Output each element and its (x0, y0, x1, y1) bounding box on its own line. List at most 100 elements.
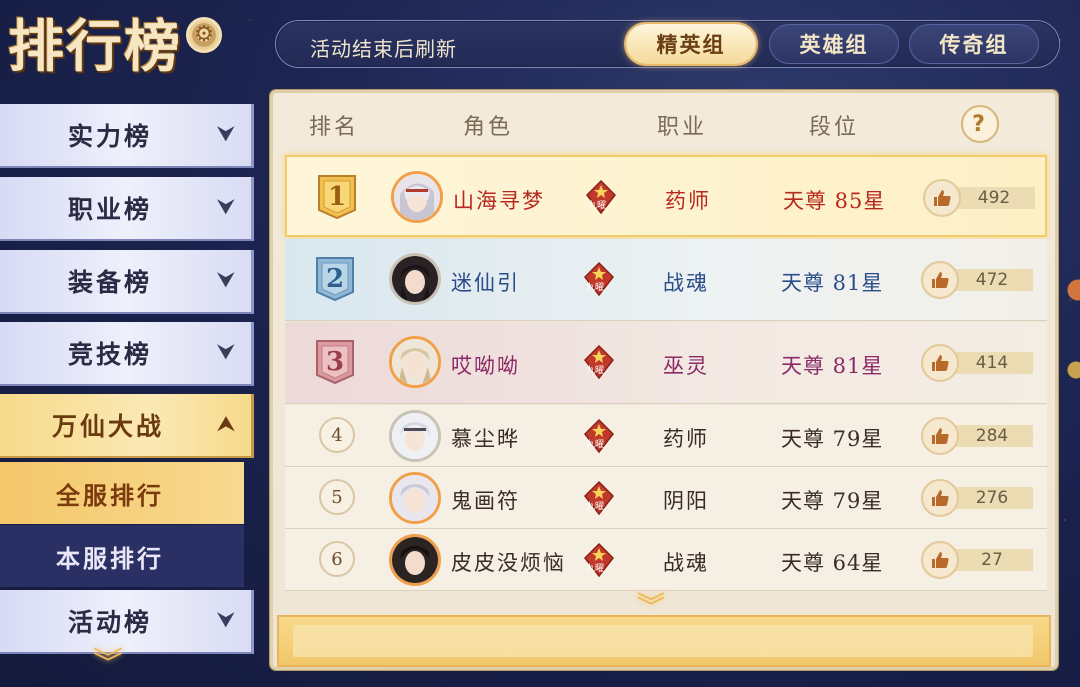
rank-silver-badge: 2 (315, 257, 355, 302)
sidebar-subitem-all-servers[interactable]: 全服排行 (0, 462, 244, 524)
like-count: 27 (951, 549, 1033, 571)
sidebar-subitem-label: 全服排行 (56, 480, 164, 510)
header-rank: 排名 (309, 115, 360, 140)
player-job: 阴阳 (663, 489, 709, 513)
table-row[interactable]: 1 山海寻梦 九曜 药师 天尊 85星 492 (285, 155, 1047, 237)
player-tier: 天尊 79星 (781, 489, 884, 513)
player-job: 战魂 (663, 551, 709, 575)
like-control: 414 (921, 344, 1033, 382)
like-control: 276 (921, 479, 1033, 517)
rank-number: 4 (319, 417, 355, 453)
tab-legend-group[interactable]: 传奇组 (909, 24, 1039, 64)
like-control: 27 (921, 541, 1033, 579)
header-role: 角色 (463, 115, 514, 140)
like-count: 414 (951, 352, 1033, 374)
page-title: 排行榜 (8, 13, 182, 80)
player-job: 药师 (665, 189, 711, 213)
rank-emblem-icon: 九曜 (581, 344, 617, 380)
player-job: 战魂 (663, 271, 709, 295)
player-job: 巫灵 (663, 354, 709, 378)
rank-number: 1 (327, 182, 347, 212)
player-tier: 天尊 64星 (781, 551, 884, 575)
thumbs-up-icon[interactable] (921, 261, 959, 299)
avatar[interactable] (391, 171, 443, 223)
my-rank-bar (277, 615, 1051, 667)
sidebar-item-label: 活动榜 (68, 608, 153, 637)
chevron-down-icon: ⮟ (216, 340, 236, 365)
like-control: 472 (921, 261, 1033, 299)
tab-elite-group[interactable]: 精英组 (626, 24, 756, 64)
player-job: 药师 (663, 427, 709, 451)
question-icon[interactable]: ? (961, 105, 999, 143)
sidebar-subitem-this-server[interactable]: 本服排行 (0, 525, 244, 587)
chevron-down-icon: ⮟ (216, 122, 236, 147)
like-count: 472 (951, 269, 1033, 291)
sidebar-item-label: 装备榜 (68, 268, 153, 297)
chevron-up-icon: ⮝ (216, 412, 236, 437)
player-tier: 天尊 81星 (781, 354, 884, 378)
player-name: 山海寻梦 (453, 189, 545, 213)
chevron-down-icon: ⮟ (216, 268, 236, 293)
sidebar-item-activity[interactable]: 活动榜 ⮟ (0, 590, 254, 654)
sidebar-subitem-label: 本服排行 (56, 543, 164, 573)
decoration-lantern (1058, 250, 1080, 420)
gear-icon[interactable]: ⚙ (186, 17, 222, 53)
like-control: 284 (921, 417, 1033, 455)
like-count: 276 (951, 487, 1033, 509)
avatar[interactable] (389, 336, 441, 388)
table-row[interactable]: 3 哎呦呦 九曜 巫灵 天尊 81星 414 (285, 322, 1047, 404)
thumbs-up-icon[interactable] (921, 541, 959, 579)
ranking-panel: 排名 角色 职业 段位 ? 1 山海寻梦 九曜 药师 天尊 85星 492 2 … (270, 90, 1058, 670)
tab-hero-group[interactable]: 英雄组 (769, 24, 899, 64)
avatar[interactable] (389, 410, 441, 462)
chevron-down-icon: ⮟ (216, 608, 236, 633)
rank-number: 2 (325, 264, 345, 294)
player-name: 慕尘晔 (451, 427, 520, 451)
avatar[interactable] (389, 253, 441, 305)
double-chevron-down-icon[interactable]: ︾ (88, 649, 128, 680)
rank-gold-badge: 1 (317, 175, 357, 220)
table-row[interactable]: 4 慕尘晔 九曜 药师 天尊 79星 284 (285, 405, 1047, 467)
like-count: 492 (953, 187, 1035, 209)
table-row[interactable]: 6 皮皮没烦恼 九曜 战魂 天尊 64星 27 (285, 529, 1047, 591)
rank-emblem-icon: 九曜 (581, 261, 617, 297)
sidebar-item-label: 竞技榜 (68, 340, 153, 369)
thumbs-up-icon[interactable] (921, 417, 959, 455)
rank-bronze-badge: 3 (315, 340, 355, 385)
avatar[interactable] (389, 472, 441, 524)
sidebar-item-immortal-war[interactable]: 万仙大战 ⮝ (0, 394, 254, 458)
sidebar-item-label: 职业榜 (68, 195, 153, 224)
rank-emblem-icon: 九曜 (581, 542, 617, 578)
player-name: 迷仙引 (451, 271, 520, 295)
player-name: 皮皮没烦恼 (451, 551, 566, 575)
rank-emblem-icon: 九曜 (583, 179, 619, 215)
rank-emblem-icon: 九曜 (581, 480, 617, 516)
page-header: 排行榜 ⚙ (8, 4, 222, 80)
sidebar-item-profession[interactable]: 职业榜 ⮟ (0, 177, 254, 241)
sidebar-item-equipment[interactable]: 装备榜 ⮟ (0, 250, 254, 314)
group-tab-bar: 活动结束后刷新 精英组 英雄组 传奇组 (275, 20, 1060, 68)
thumbs-up-icon[interactable] (923, 179, 961, 217)
chevron-down-icon: ⮟ (216, 195, 236, 220)
sidebar-item-label: 万仙大战 (52, 412, 165, 441)
header-job: 职业 (657, 115, 708, 140)
sidebar-item-arena[interactable]: 竞技榜 ⮟ (0, 322, 254, 386)
player-name: 鬼画符 (451, 489, 520, 513)
player-tier: 天尊 81星 (781, 271, 884, 295)
double-chevron-down-icon[interactable]: ︾ (637, 593, 665, 621)
avatar[interactable] (389, 534, 441, 586)
player-tier: 天尊 85星 (783, 189, 886, 213)
table-header: 排名 角色 职业 段位 ? (273, 93, 1055, 153)
refresh-notice: 活动结束后刷新 (310, 37, 457, 61)
header-tier: 段位 (809, 115, 860, 140)
table-row[interactable]: 5 鬼画符 九曜 阴阳 天尊 79星 276 (285, 467, 1047, 529)
rank-number: 3 (325, 347, 345, 377)
like-count: 284 (951, 425, 1033, 447)
like-control: 492 (923, 179, 1035, 217)
rank-number: 5 (319, 479, 355, 515)
thumbs-up-icon[interactable] (921, 344, 959, 382)
player-name: 哎呦呦 (451, 354, 520, 378)
thumbs-up-icon[interactable] (921, 479, 959, 517)
table-row[interactable]: 2 迷仙引 九曜 战魂 天尊 81星 472 (285, 239, 1047, 321)
sidebar-item-strength[interactable]: 实力榜 ⮟ (0, 104, 254, 168)
